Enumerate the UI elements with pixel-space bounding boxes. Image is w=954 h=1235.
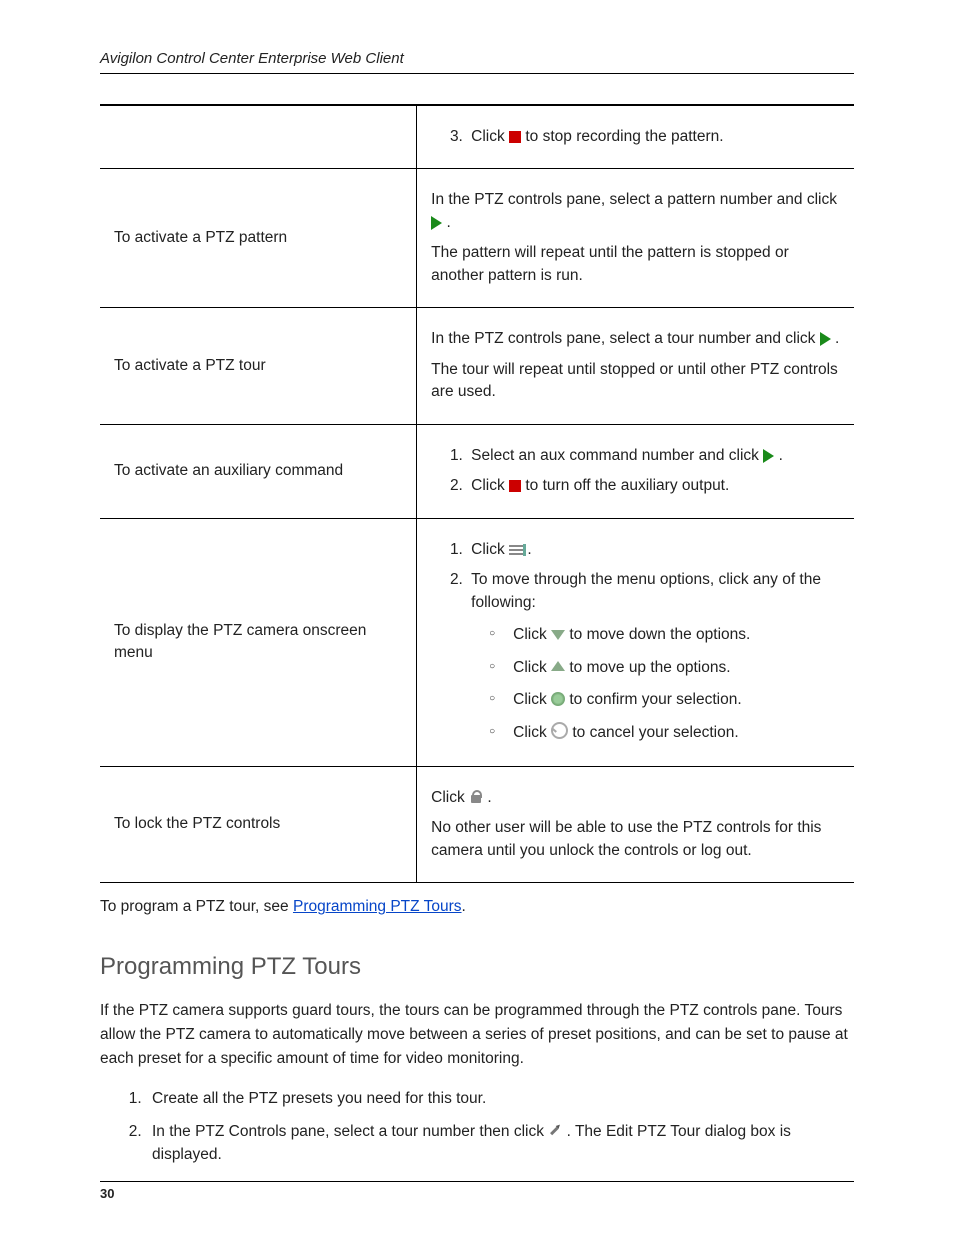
- row-label: To activate a PTZ tour: [100, 308, 417, 424]
- triangle-down-icon: [551, 630, 565, 640]
- text: Click: [431, 789, 469, 806]
- table-row: To activate an auxiliary command Select …: [100, 424, 854, 518]
- text: The pattern will repeat until the patter…: [431, 242, 840, 287]
- text: No other user will be able to use the PT…: [431, 817, 840, 862]
- text: Click: [513, 691, 551, 708]
- section-intro: If the PTZ camera supports guard tours, …: [100, 999, 854, 1071]
- menu-icon: [509, 545, 523, 556]
- list-item: Click to stop recording the pattern.: [467, 126, 840, 148]
- play-icon: [431, 216, 442, 230]
- list-item: Create all the PTZ presets you need for …: [146, 1087, 854, 1110]
- stop-icon: [509, 131, 521, 143]
- row-label: To activate an auxiliary command: [100, 424, 417, 518]
- list-item: Click .: [467, 539, 840, 561]
- row-label: [100, 105, 417, 169]
- text: Click: [513, 724, 551, 741]
- row-label: To activate a PTZ pattern: [100, 169, 417, 308]
- text: Click: [513, 659, 551, 676]
- text: .: [446, 214, 450, 231]
- table-row: To activate a PTZ tour In the PTZ contro…: [100, 308, 854, 424]
- ptz-instructions-table: Click to stop recording the pattern. To …: [100, 104, 854, 883]
- play-icon: [763, 449, 774, 463]
- programming-ptz-tours-link[interactable]: Programming PTZ Tours: [293, 898, 462, 915]
- table-row: To activate a PTZ pattern In the PTZ con…: [100, 169, 854, 308]
- section-heading: Programming PTZ Tours: [100, 953, 854, 981]
- row-content: Select an aux command number and click .…: [417, 424, 854, 518]
- text: to move up the options.: [569, 659, 730, 676]
- text: .: [487, 789, 491, 806]
- text: Click: [471, 541, 509, 558]
- text: .: [462, 898, 466, 915]
- text: Click: [471, 128, 509, 145]
- row-content: Click . To move through the menu options…: [417, 518, 854, 766]
- row-label: To lock the PTZ controls: [100, 766, 417, 882]
- cancel-icon: [551, 722, 568, 739]
- text: to stop recording the pattern.: [525, 128, 723, 145]
- after-table-note: To program a PTZ tour, see Programming P…: [100, 895, 854, 918]
- table-row: Click to stop recording the pattern.: [100, 105, 854, 169]
- list-item: Click to cancel your selection.: [513, 722, 840, 744]
- list-item: Click to move down the options.: [513, 624, 840, 646]
- list-item: In the PTZ Controls pane, select a tour …: [146, 1120, 854, 1167]
- list-item: Click to confirm your selection.: [513, 689, 840, 711]
- text: Click: [513, 626, 551, 643]
- list-item: To move through the menu options, click …: [467, 569, 840, 744]
- text: to move down the options.: [569, 626, 750, 643]
- list-item: Click to turn off the auxiliary output.: [467, 475, 840, 497]
- confirm-icon: [551, 692, 565, 706]
- text: To move through the menu options, click …: [471, 571, 821, 610]
- stop-icon: [509, 480, 521, 492]
- list-item: Click to move up the options.: [513, 657, 840, 679]
- document-page: Avigilon Control Center Enterprise Web C…: [0, 0, 954, 1235]
- table-row: To lock the PTZ controls Click . No othe…: [100, 766, 854, 882]
- row-content: Click . No other user will be able to us…: [417, 766, 854, 882]
- table-row: To display the PTZ camera onscreen menu …: [100, 518, 854, 766]
- text: Select an aux command number and click: [471, 447, 763, 464]
- page-number: 30: [100, 1186, 114, 1201]
- text: to cancel your selection.: [572, 724, 738, 741]
- text: .: [779, 447, 783, 464]
- row-content: In the PTZ controls pane, select a tour …: [417, 308, 854, 424]
- steps-list: Create all the PTZ presets you need for …: [100, 1087, 854, 1167]
- lock-icon: [469, 790, 483, 804]
- text: .: [835, 330, 839, 347]
- play-icon: [820, 332, 831, 346]
- text: .: [527, 541, 531, 558]
- text: To program a PTZ tour, see: [100, 898, 293, 915]
- text: Click: [471, 477, 509, 494]
- text: In the PTZ controls pane, select a patte…: [431, 191, 837, 208]
- text: In the PTZ controls pane, select a tour …: [431, 330, 820, 347]
- text: In the PTZ Controls pane, select a tour …: [152, 1123, 548, 1140]
- text: to turn off the auxiliary output.: [525, 477, 729, 494]
- text: The tour will repeat until stopped or un…: [431, 359, 840, 404]
- row-content: Click to stop recording the pattern.: [417, 105, 854, 169]
- triangle-up-icon: [551, 661, 565, 671]
- list-item: Select an aux command number and click .: [467, 445, 840, 467]
- page-title: Avigilon Control Center Enterprise Web C…: [100, 50, 854, 74]
- row-content: In the PTZ controls pane, select a patte…: [417, 169, 854, 308]
- text: to confirm your selection.: [569, 691, 741, 708]
- page-footer: 30: [100, 1181, 854, 1201]
- pencil-icon: [545, 1121, 565, 1141]
- row-label: To display the PTZ camera onscreen menu: [100, 518, 417, 766]
